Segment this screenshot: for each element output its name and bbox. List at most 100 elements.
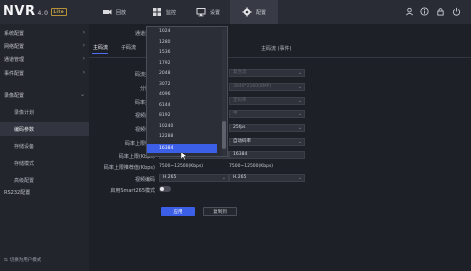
logo-text: NVR [3, 4, 36, 19]
sidebar-sub-label: 存储模式 [14, 160, 35, 167]
bitrate-limit-mode-label: 码率上限模式 [124, 141, 155, 147]
smart265-toggle[interactable] [159, 186, 171, 192]
sidebar-item-rs232[interactable]: RS232配置 [0, 185, 89, 199]
chevron-right-icon: › [82, 42, 85, 49]
right-bitrate-mode-value: 自动码率 [233, 139, 251, 144]
version-badge: Lite [50, 7, 68, 16]
sidebar-item-label: 系统配置 [4, 30, 25, 37]
gear-icon [242, 7, 252, 17]
bitrate-limit-label: 码率上限(Kbps) [118, 154, 155, 160]
main-stream-event-header: 主码流 (事件) [261, 46, 292, 52]
chevron-down-icon: ⌄ [79, 91, 85, 98]
nav-settings[interactable]: 设置 [188, 0, 228, 24]
copy-to-button[interactable]: 复制到 [203, 207, 237, 216]
sidebar-item-label: RS232配置 [4, 189, 31, 196]
stream-type-label: 码流类型 [134, 72, 155, 78]
frame-rate-label: 视频帧率 [134, 127, 155, 133]
version-text: 4.0 [37, 10, 49, 17]
right-bitrate-limit-input[interactable]: 16384 [229, 151, 305, 159]
power-icon[interactable] [452, 7, 461, 16]
switch-icon: ⇆ [4, 257, 8, 263]
user-icon[interactable] [405, 7, 414, 16]
dropdown-scrollbar-thumb[interactable] [222, 121, 226, 149]
tab-main-stream[interactable]: 主码流 [93, 44, 108, 51]
right-video-encoding-select[interactable]: H.265 ⌄ [229, 174, 305, 182]
tab-sub-stream[interactable]: 子码流 [121, 44, 136, 51]
sidebar-item-system[interactable]: 系统配置 › [0, 26, 89, 40]
chevron-down-icon: ⌄ [297, 139, 302, 145]
right-stream-type-select[interactable]: 复合流 ⌄ [229, 69, 305, 77]
right-frame-rate-select[interactable]: 25fps ⌄ [229, 124, 305, 132]
right-bitrate-type-value: 定码率 [233, 98, 247, 103]
nav-playback-label: 回放 [115, 9, 126, 16]
sidebar-item-channel[interactable]: 通道管理 › [0, 52, 89, 66]
bitrate-recommend-label: 码率上限推荐值(Kbps) [103, 165, 155, 171]
camera-icon [102, 9, 112, 15]
right-resolution-select[interactable]: 3840*2160(8MP) ⌄ [229, 83, 305, 91]
video-encoding-select[interactable]: H.265 ⌄ [159, 174, 229, 182]
right-stream-type-value: 复合流 [233, 70, 247, 75]
active-tab-indicator [92, 53, 108, 54]
app-logo: NVR 4.0 Lite [3, 4, 68, 19]
nav-monitor-label: 监控 [165, 9, 176, 16]
right-video-encoding-value: H.265 [233, 175, 247, 180]
lock-icon[interactable] [436, 7, 445, 16]
chevron-down-icon: ⌄ [297, 70, 302, 76]
channel-select-label: 通道选择 [134, 31, 155, 37]
dropdown-option[interactable]: 10240 [159, 124, 173, 129]
right-bitrate-mode-select[interactable]: 自动码率 ⌄ [229, 138, 305, 146]
chevron-down-icon: ⌄ [297, 98, 302, 104]
grid-icon [152, 8, 161, 16]
video-encoding-value: H.265 [163, 175, 177, 180]
dropdown-option[interactable]: 3072 [159, 82, 170, 87]
top-bar: NVR 4.0 Lite 回放 监控 设置 配置 [0, 0, 471, 24]
right-bitrate-type-select[interactable]: 定码率 ⌄ [229, 97, 305, 105]
sidebar-item-label: 网络配置 [4, 43, 25, 50]
nav-config[interactable]: 配置 [230, 0, 278, 24]
dropdown-option[interactable]: 1024 [159, 29, 170, 34]
sidebar-item-label: 通道管理 [4, 56, 25, 63]
nav-monitor[interactable]: 监控 [140, 0, 188, 24]
dropdown-option[interactable]: 8192 [159, 113, 170, 118]
dropdown-option[interactable]: 2048 [159, 71, 170, 76]
switch-user-mode-link[interactable]: ⇆ 切换为用户模式 [4, 257, 42, 264]
sidebar-item-label: 录像配置 [4, 92, 25, 99]
sidebar-sub-encode-params[interactable]: 编码参数 [0, 122, 89, 136]
right-video-quality-select[interactable]: 中 ⌄ [229, 110, 305, 118]
toggle-knob [160, 187, 164, 191]
dropdown-option[interactable]: 1792 [159, 61, 170, 66]
nav-config-label: 配置 [255, 9, 266, 16]
bitrate-recommend-value: 7500~12500(Kbps) [159, 164, 204, 169]
sidebar-sub-storage-device[interactable]: 存储设备 [0, 139, 89, 153]
sidebar-item-record[interactable]: 录像配置 ⌄ [0, 88, 89, 102]
bitrate-limit-dropdown[interactable]: 1024 1280 1536 1792 2048 3072 4096 6144 … [146, 26, 228, 157]
chevron-down-icon: ⌄ [297, 125, 302, 131]
sidebar-item-label: 事件配置 [4, 70, 25, 77]
right-frame-rate-value: 25fps [233, 125, 246, 130]
sidebar-item-network[interactable]: 网络配置 › [0, 39, 89, 53]
right-video-quality-value: 中 [233, 111, 238, 116]
apply-button[interactable]: 应用 [161, 207, 195, 216]
info-icon[interactable] [420, 7, 429, 16]
nav-playback[interactable]: 回放 [90, 0, 138, 24]
dropdown-option[interactable]: 4096 [159, 92, 170, 97]
sidebar-sub-label: 高级配置 [14, 177, 35, 184]
dropdown-option[interactable]: 1536 [159, 50, 170, 55]
video-encoding-label: 视频编码 [134, 177, 155, 183]
dropdown-option[interactable]: 1280 [159, 40, 170, 45]
chevron-down-icon: ⌄ [297, 84, 302, 90]
sidebar-item-event[interactable]: 事件配置 › [0, 66, 89, 80]
switch-user-mode-label: 切换为用户模式 [9, 258, 42, 263]
dropdown-option[interactable]: 12288 [159, 134, 173, 139]
sidebar-sub-label: 录像计划 [14, 109, 35, 116]
dropdown-option[interactable]: 6144 [159, 103, 170, 108]
sidebar-sub-record-schedule[interactable]: 录像计划 [0, 105, 89, 119]
right-bitrate-recommend-value: 7500~12500(Kbps) [229, 164, 274, 169]
sidebar-sub-label: 存储设备 [14, 143, 35, 150]
sidebar-sub-label: 编码参数 [14, 126, 35, 133]
chevron-down-icon: ⌄ [297, 175, 302, 181]
nav-settings-label: 设置 [209, 9, 220, 16]
video-quality-label: 视频质量 [134, 113, 155, 119]
chevron-right-icon: › [82, 55, 85, 62]
chevron-down-icon: ⌄ [221, 175, 226, 181]
